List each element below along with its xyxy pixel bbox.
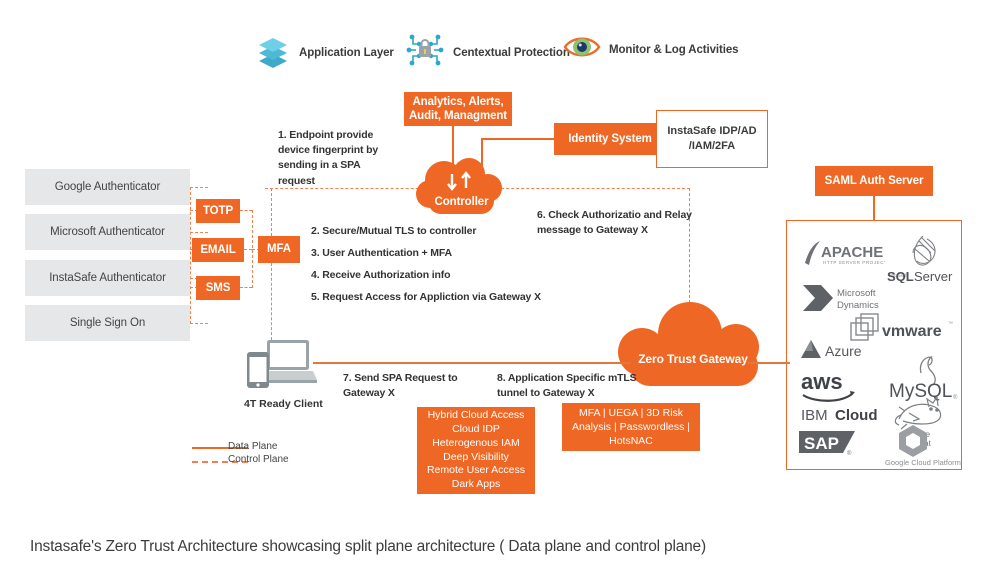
controller-label: Controller: [434, 196, 489, 208]
dash-google-stub: [190, 187, 208, 188]
authenticator-sso[interactable]: Single Sign On: [25, 305, 190, 341]
svg-text:Cloud: Cloud: [835, 407, 878, 424]
step-3-text: 3. User Authentication + MFA: [311, 247, 452, 259]
authenticator-microsoft[interactable]: Microsoft Authenticator: [25, 214, 190, 250]
svg-text:Google Cloud Platform: Google Cloud Platform: [885, 458, 961, 467]
legend-label-application-layer: Application Layer: [299, 46, 394, 59]
client-label: 4T Ready Client: [244, 398, 323, 410]
analytics-box[interactable]: Analytics, Alerts, Audit, Managment: [404, 92, 512, 126]
svg-text:aws: aws: [801, 369, 843, 394]
step-5-text: 5. Request Access for Appliction via Gat…: [311, 291, 541, 303]
mfa-box[interactable]: MFA: [258, 236, 300, 263]
feature-security-label: MFA | UEGA | 3D Risk Analysis | Password…: [571, 406, 691, 448]
step-7-text: 7. Send SPA Request to Gateway X: [343, 372, 458, 400]
dash-email-out: [244, 249, 252, 250]
logo-sap: SAP ®: [799, 429, 869, 464]
logo-azure: Azure: [799, 337, 885, 368]
identity-system-box[interactable]: Identity System: [554, 123, 666, 155]
mfa-method-totp-label: TOTP: [202, 204, 234, 217]
svg-text:Server: Server: [914, 269, 953, 283]
mfa-method-sms[interactable]: SMS: [196, 276, 240, 300]
svg-text:Azure: Azure: [825, 343, 862, 359]
svg-text:™: ™: [948, 321, 953, 327]
application-logos-panel: APACHE HTTP SERVER PROJECT Microsoft SQL…: [786, 220, 962, 470]
logo-google-cloud-platform: Google Cloud Platform: [883, 421, 961, 472]
legend-control-plane-label: Control Plane: [228, 454, 289, 465]
client-devices-icon: [245, 338, 317, 390]
line-saml-to-apps: [873, 196, 875, 220]
svg-text:SAP: SAP: [804, 434, 839, 453]
dash-sso-stub: [190, 323, 208, 324]
analytics-box-label: Analytics, Alerts, Audit, Managment: [408, 95, 508, 122]
authenticator-microsoft-label: Microsoft Authenticator: [50, 226, 165, 238]
mfa-box-label: MFA: [267, 243, 291, 256]
line-identity-to-elbow: [481, 138, 555, 140]
authenticator-google-label: Google Authenticator: [54, 181, 161, 193]
dash-microsoft-stub: [190, 232, 208, 233]
line-client-to-gateway: [313, 362, 631, 364]
mfa-method-totp[interactable]: TOTP: [196, 199, 240, 223]
feature-capability-4: Remote User Access: [426, 464, 526, 477]
legend-label-contextual-protection: Centextual Protection: [453, 46, 570, 59]
dash-sms-out: [240, 287, 252, 288]
legend-item-application-layer: Application Layer: [255, 32, 394, 73]
dash-mfa-down-to-client: [271, 263, 272, 340]
feature-capability-2: Heterogenous IAM: [432, 436, 520, 449]
authenticator-sso-label: Single Sign On: [69, 317, 146, 329]
svg-text:Dynamics: Dynamics: [837, 300, 879, 311]
mfa-method-sms-label: SMS: [205, 281, 231, 294]
step-4-text: 4. Receive Authorization info: [311, 269, 451, 281]
logo-microsoft-sql-server: Microsoft SQL Server: [883, 233, 961, 288]
instasafe-idp-label: InstaSafe IDP/AD /IAM/2FA: [667, 125, 757, 152]
svg-text:Microsoft: Microsoft: [837, 288, 876, 299]
top-legend: Application Layer Centextual Protection …: [255, 28, 755, 74]
authenticator-instasafe-label: InstaSafe Authenticator: [49, 272, 166, 284]
svg-text:HTTP SERVER PROJECT: HTTP SERVER PROJECT: [823, 260, 885, 265]
feature-capability-0: Hybrid Cloud Access: [427, 408, 525, 421]
layers-icon: [255, 32, 291, 73]
eye-icon: [563, 32, 601, 67]
logo-apache: APACHE HTTP SERVER PROJECT: [799, 239, 887, 274]
step-6-text: 6. Check Authorizatio and Relay message …: [537, 209, 692, 237]
dash-totp-out: [240, 210, 252, 211]
svg-text:®: ®: [847, 450, 852, 457]
authenticator-google[interactable]: Google Authenticator: [25, 169, 190, 205]
feature-capability-1: Cloud IDP: [452, 422, 500, 435]
lock-network-icon: [405, 30, 445, 75]
page-caption: Instasafe's Zero Trust Architecture show…: [30, 538, 706, 555]
instasafe-idp-box[interactable]: InstaSafe IDP/AD /IAM/2FA: [656, 110, 768, 168]
saml-auth-server-box[interactable]: SAML Auth Server: [815, 166, 933, 196]
identity-system-label: Identity System: [568, 132, 652, 145]
dash-authenticator-bus: [190, 187, 191, 324]
legend-item-contextual-protection: Centextual Protection: [405, 30, 570, 75]
step-1-text: 1. Endpoint provide device fingerprint b…: [278, 129, 379, 187]
saml-auth-server-label: SAML Auth Server: [824, 174, 924, 187]
feature-box-capabilities[interactable]: Hybrid Cloud Access Cloud IDP Heterogeno…: [417, 407, 535, 494]
legend-item-monitor-log: Monitor & Log Activities: [563, 32, 739, 67]
svg-text:vmware: vmware: [882, 323, 942, 340]
legend-label-monitor-log: Monitor & Log Activities: [609, 43, 739, 56]
dash-control-plane-to-gateway: [689, 188, 690, 308]
svg-text:IBM: IBM: [801, 407, 828, 424]
dash-mfa-up: [271, 188, 272, 236]
feature-capability-3: Deep Visibility: [443, 450, 509, 463]
step-8-text: 8. Application Specific mTLS tunnel to G…: [497, 372, 637, 400]
authenticator-instasafe[interactable]: InstaSafe Authenticator: [25, 260, 190, 296]
mfa-method-email[interactable]: EMAIL: [192, 238, 244, 262]
line-gateway-to-apps: [748, 362, 790, 364]
diagram-canvas: Application Layer Centextual Protection …: [0, 0, 1000, 573]
feature-capability-5: Dark Apps: [451, 478, 501, 491]
feature-box-security[interactable]: MFA | UEGA | 3D Risk Analysis | Password…: [562, 403, 700, 451]
mfa-method-email-label: EMAIL: [200, 243, 236, 256]
controller-cloud[interactable]: Controller: [414, 158, 509, 220]
svg-text:SQL: SQL: [887, 269, 914, 283]
svg-text:APACHE: APACHE: [821, 244, 883, 261]
legend-data-plane-label: Data Plane: [228, 441, 278, 452]
